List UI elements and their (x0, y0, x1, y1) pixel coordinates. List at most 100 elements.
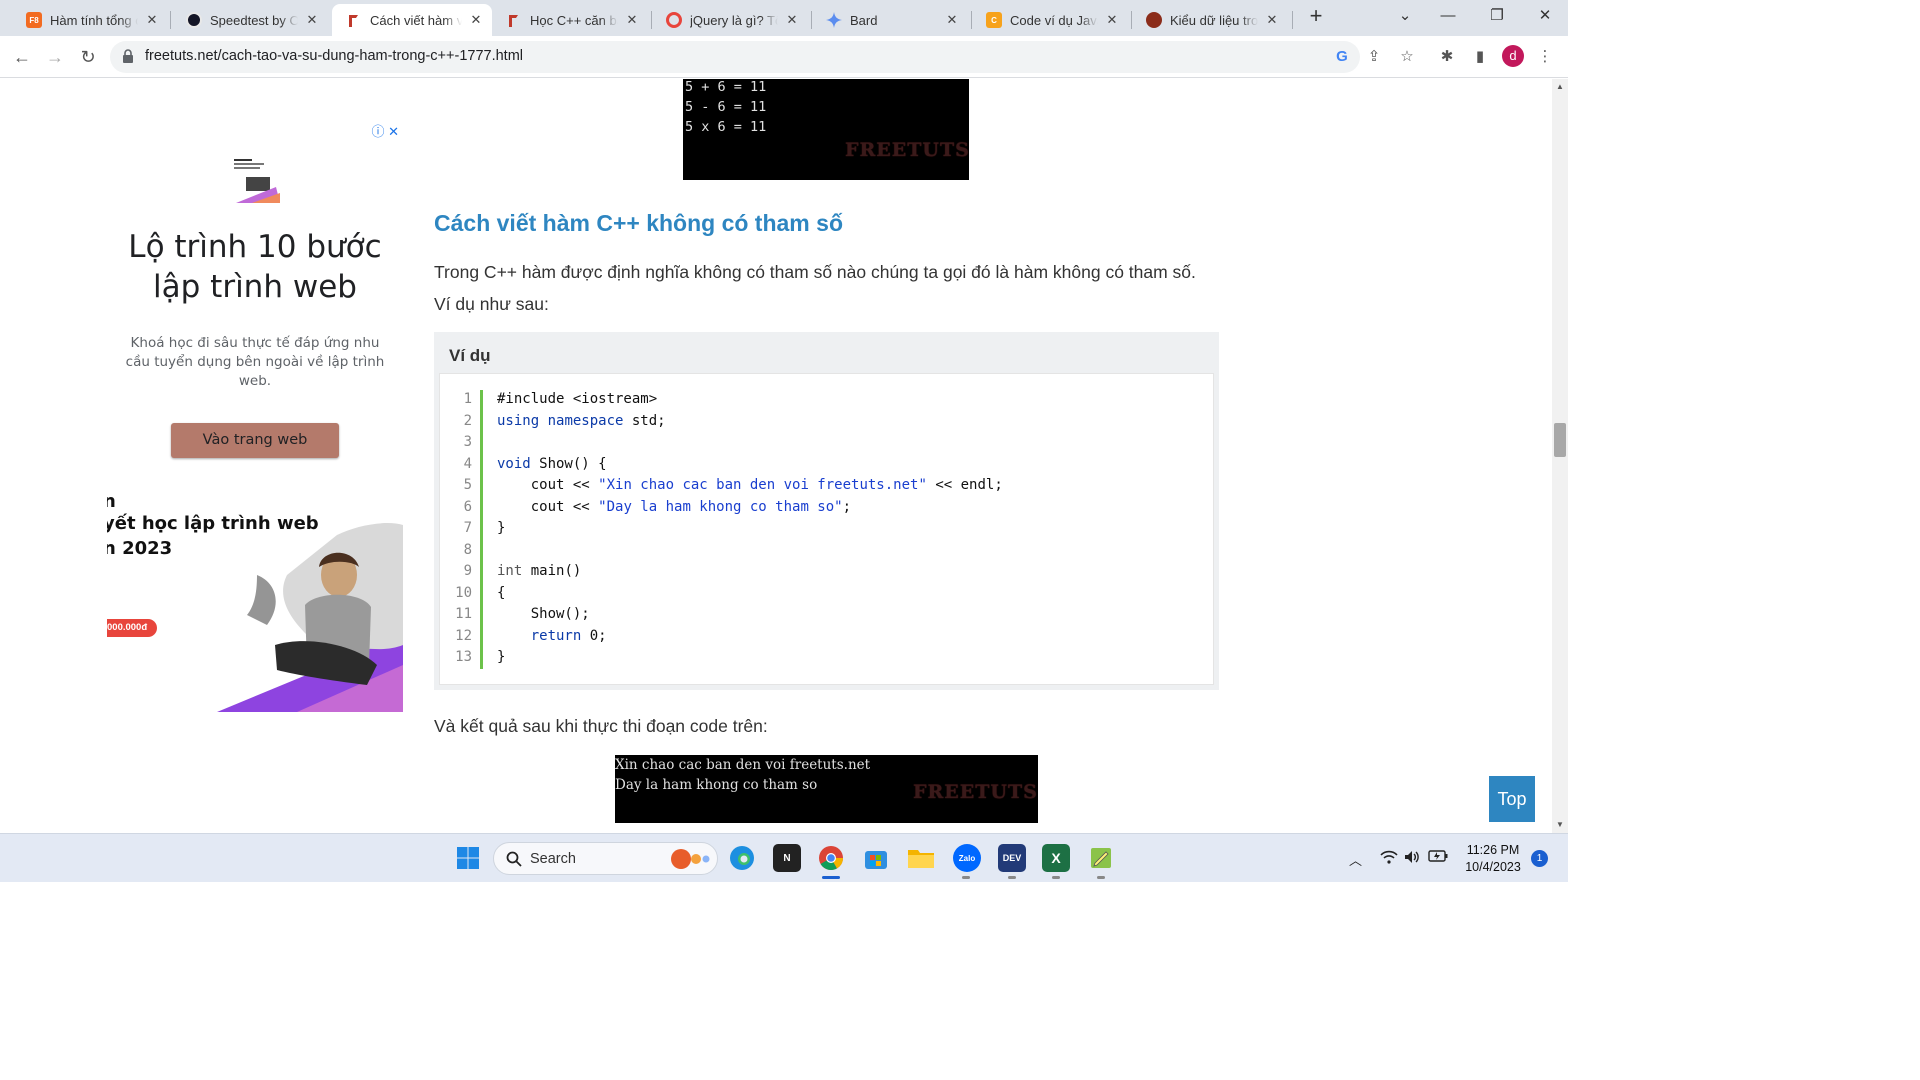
tab-strip: F8 Hàm tính tổng các ✕ Speedtest by Ookl… (0, 0, 1568, 36)
close-icon[interactable]: ✕ (304, 12, 320, 28)
tab-6[interactable]: C Code ví dụ JavaScript ✕ (972, 4, 1128, 36)
tab-4[interactable]: jQuery là gì? Tổng ✕ (652, 4, 808, 36)
tab-3[interactable]: Học C++ căn bản ✕ (492, 4, 648, 36)
freetuts-favicon-icon (506, 12, 522, 28)
scroll-up-arrow-icon[interactable]: ▲ (1552, 79, 1568, 95)
scroll-down-arrow-icon[interactable]: ▼ (1552, 817, 1568, 833)
ad-banner[interactable]: n yết học lập trình web n 2023 000.000đ (107, 491, 403, 712)
scroll-thumb[interactable] (1554, 423, 1566, 457)
back-to-top-button[interactable]: Top (1489, 776, 1535, 822)
forward-arrow-icon[interactable]: → (42, 44, 68, 70)
wifi-icon[interactable] (1380, 850, 1398, 867)
intro-paragraph-line1: Trong C++ hàm được định nghĩa không có t… (434, 262, 1196, 282)
code-line: 11 Show(); (455, 606, 590, 622)
windows-start-icon[interactable] (454, 844, 482, 872)
f8-favicon-icon: F8 (26, 12, 42, 28)
system-clock[interactable]: 11:26 PM 10/4/2023 (1458, 842, 1528, 876)
close-icon[interactable]: ✕ (624, 12, 640, 28)
example-block: Ví dụ 1 #include <iostream> 2 using namesp… (434, 332, 1219, 690)
ad-banner-line2: n 2023 (107, 538, 173, 559)
code-line: 10{ (455, 584, 506, 601)
show-hidden-icons-chevron-icon[interactable]: ︿ (1349, 850, 1362, 869)
tab-title: Cách viết hàm và sử (370, 12, 462, 28)
extensions-puzzle-icon[interactable]: ✱ (1436, 46, 1458, 68)
close-icon[interactable]: ✕ (468, 12, 484, 28)
intro-paragraph-line2: Ví dụ như sau: (434, 294, 549, 314)
tab-0[interactable]: F8 Hàm tính tổng các ✕ (12, 4, 168, 36)
ad-visit-button[interactable]: Vào trang web (171, 423, 339, 458)
new-tab-plus-icon[interactable]: + (1305, 5, 1327, 28)
freetuts-watermark: FREETUTS (913, 781, 1038, 803)
terminal-line: Xin chao cac ban den voi freetuts.net (615, 757, 871, 773)
tab-7[interactable]: Kiểu dữ liệu trong ✕ (1132, 4, 1288, 36)
close-icon[interactable]: ✕ (1104, 12, 1120, 28)
code-block[interactable]: 1 #include <iostream> 2 using namespace st… (439, 373, 1214, 685)
bookmark-star-icon[interactable]: ☆ (1396, 46, 1418, 68)
tab-5[interactable]: Bard ✕ (812, 4, 968, 36)
tab-1[interactable]: Speedtest by Ookla ✕ (172, 4, 328, 36)
notepad-icon[interactable] (1087, 844, 1115, 872)
code-line: 1 #include <iostream> (463, 391, 658, 407)
minimize-icon[interactable]: — (1433, 4, 1463, 28)
notion-icon[interactable]: N (773, 844, 801, 872)
url-text: freetuts.net/cach-tao-va-su-dung-ham-tro… (145, 48, 523, 64)
page-content: 5 + 6 = 11 5 - 6 = 11 5 x 6 = 11 FREETUT… (0, 79, 1552, 833)
search-icon (506, 851, 522, 867)
site-favicon-icon (1146, 12, 1162, 28)
file-explorer-icon[interactable] (907, 844, 935, 872)
tab-title: Học C++ căn bản (530, 12, 618, 28)
profile-avatar[interactable]: d (1502, 45, 1524, 67)
browser-toolbar: ← → ↻ freetuts.net/cach-tao-va-su-dung-h… (0, 36, 1568, 78)
chrome-icon[interactable] (817, 844, 845, 872)
code-line: 12 return 0; (455, 627, 607, 644)
ad-info-close-icon[interactable]: ⓘ ✕ (371, 121, 399, 140)
windows-taskbar: Search N Zalo DEV X ︿ 11:26 PM 10/4/2023… (0, 833, 1568, 882)
close-icon[interactable]: ✕ (144, 12, 160, 28)
code-line: 5 cout << "Xin chao cac ban den voi free… (463, 477, 1003, 493)
output-screenshot-bottom: Xin chao cac ban den voi freetuts.net Da… (615, 755, 1038, 823)
freetuts-watermark: FREETUTS (845, 139, 970, 161)
share-icon[interactable]: ⇪ (1363, 46, 1385, 68)
lock-icon (123, 49, 133, 63)
tab-title: Code ví dụ JavaScript (1010, 12, 1098, 28)
google-lens-icon[interactable]: G (1331, 46, 1353, 68)
bard-sparkle-icon (826, 12, 842, 28)
edge-icon[interactable] (728, 844, 756, 872)
close-icon[interactable]: ✕ (944, 12, 960, 28)
close-icon[interactable]: ✕ (784, 12, 800, 28)
tab-title: jQuery là gì? Tổng (690, 12, 778, 28)
code-line: 8 (463, 541, 472, 558)
battery-icon[interactable] (1428, 850, 1448, 865)
close-window-icon[interactable]: ✕ (1530, 4, 1560, 28)
volume-icon[interactable] (1404, 850, 1420, 867)
code-line: 2 using namespace std; (463, 412, 666, 429)
section-heading: Cách viết hàm C++ không có tham số (434, 210, 843, 236)
side-panel-icon[interactable]: ▮ (1469, 46, 1491, 68)
search-highlight-icon (671, 849, 710, 869)
notification-badge[interactable]: 1 (1531, 850, 1548, 867)
ad-description: Khoá học đi sâu thực tế đáp ứng nhu cầu … (125, 335, 385, 389)
advertisement[interactable]: ⓘ ✕ Lộ trình 10 bước lập trình web Khoá … (107, 109, 403, 712)
restore-icon[interactable]: ❐ (1482, 4, 1512, 28)
ad-thumbnail-image (232, 157, 280, 203)
gutter-bar (480, 390, 483, 669)
ms-store-icon[interactable] (862, 844, 890, 872)
example-label: Ví dụ (449, 346, 491, 365)
zalo-icon[interactable]: Zalo (953, 844, 981, 872)
tab-title: Hàm tính tổng các (50, 12, 138, 28)
menu-kebab-icon[interactable]: ⋮ (1534, 46, 1556, 68)
reload-icon[interactable]: ↻ (75, 44, 101, 70)
address-bar[interactable]: freetuts.net/cach-tao-va-su-dung-ham-tro… (110, 41, 1360, 73)
freetuts-favicon-icon (346, 12, 362, 28)
output-screenshot-top: 5 + 6 = 11 5 - 6 = 11 5 x 6 = 11 FREETUT… (683, 79, 969, 180)
tab-title: Kiểu dữ liệu trong (1170, 12, 1258, 28)
tab-search-chevron-icon[interactable]: ⌄ (1390, 4, 1420, 28)
back-arrow-icon[interactable]: ← (9, 44, 35, 70)
tab-2[interactable]: Cách viết hàm và sử ✕ (332, 4, 492, 36)
taskbar-search[interactable]: Search (493, 842, 718, 875)
dev-cpp-icon[interactable]: DEV (998, 844, 1026, 872)
close-icon[interactable]: ✕ (1264, 12, 1280, 28)
code-line: 13} (455, 649, 506, 665)
vertical-scrollbar[interactable]: ▲ ▼ (1552, 79, 1568, 833)
excel-icon[interactable]: X (1042, 844, 1070, 872)
